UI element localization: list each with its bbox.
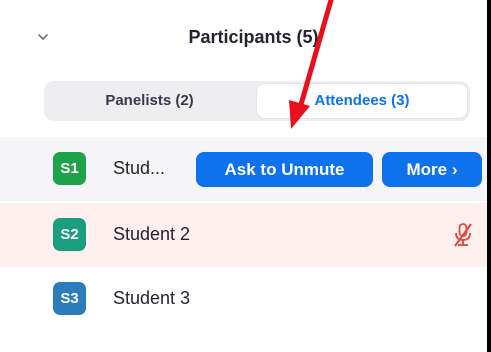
attendee-row[interactable]: S3 Student 3 xyxy=(0,267,487,331)
ask-to-unmute-button[interactable]: Ask to Unmute xyxy=(196,152,373,187)
more-button[interactable]: More › xyxy=(382,152,482,187)
attendee-name: Student 2 xyxy=(113,224,191,244)
panel-title: Participants (5) xyxy=(188,27,319,47)
attendee-row[interactable]: S2 Student 2 xyxy=(0,203,487,267)
tab-panelists[interactable]: Panelists (2) xyxy=(47,84,252,118)
attendee-name: Stud... xyxy=(113,158,166,178)
avatar: S2 xyxy=(53,218,86,251)
participant-tabs: Panelists (2) Attendees (3) xyxy=(44,81,470,121)
avatar: S1 xyxy=(53,152,86,185)
attendee-row[interactable]: S1 Stud... Ask to Unmute More › xyxy=(0,137,487,201)
tab-attendees[interactable]: Attendees (3) xyxy=(257,84,467,118)
microphone-muted-icon xyxy=(454,223,472,247)
avatar: S3 xyxy=(53,282,86,315)
participants-panel: Participants (5) Panelists (2) Attendees… xyxy=(0,0,491,352)
panel-header: Participants (5) xyxy=(0,0,487,76)
attendee-name: Student 3 xyxy=(113,288,191,308)
